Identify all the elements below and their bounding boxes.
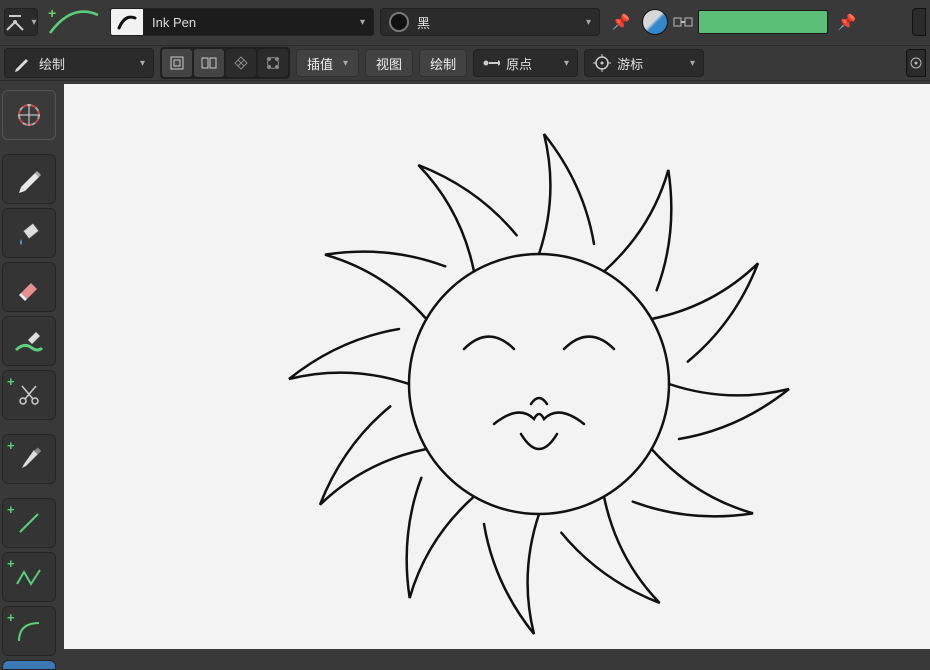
tool-tint[interactable] <box>2 316 56 366</box>
link-icon[interactable] <box>672 11 694 33</box>
menu-draw-label: 绘制 <box>430 54 456 73</box>
chevron-down-icon <box>140 58 145 69</box>
pin-icon[interactable]: 📌 <box>606 8 636 36</box>
plus-icon: + <box>7 610 15 625</box>
tool-draw[interactable] <box>2 154 56 204</box>
stroke-placement-dropdown[interactable] <box>4 8 38 36</box>
tool-erase[interactable] <box>2 262 56 312</box>
menu-draw[interactable]: 绘制 <box>419 49 467 77</box>
plus-icon: + <box>48 5 56 21</box>
stroke-sample-icon: + <box>44 7 104 37</box>
polyline-icon <box>14 564 44 590</box>
pivot-dropdown[interactable]: 原点 <box>473 49 578 77</box>
plus-icon: + <box>7 438 15 453</box>
color-mode-icon[interactable] <box>642 9 668 35</box>
pivot-icon <box>482 56 500 70</box>
color-dropdown[interactable]: 黑 <box>380 8 600 36</box>
tool-next-active[interactable] <box>2 660 56 670</box>
brush-preview-icon[interactable] <box>110 8 144 36</box>
menu-view[interactable]: 视图 <box>365 49 413 77</box>
tool-line[interactable]: + <box>2 498 56 548</box>
overlay-toggle-group <box>160 47 290 79</box>
eyedropper-icon <box>16 446 42 472</box>
panel-edge[interactable] <box>912 8 926 36</box>
bucket-icon <box>15 219 43 247</box>
cursor-dropdown[interactable]: 游标 <box>584 49 704 77</box>
menu-view-label: 视图 <box>376 54 402 73</box>
overlay-toggle-1[interactable] <box>162 49 192 77</box>
chevron-down-icon <box>586 17 591 28</box>
viewport-canvas[interactable] <box>64 84 930 649</box>
overlay-toggle-3[interactable] <box>226 49 256 77</box>
chevron-down-icon <box>690 58 695 69</box>
tool-eyedropper[interactable]: + <box>2 434 56 484</box>
menu-interpolate[interactable]: 插值 <box>296 49 359 77</box>
color-label: 黑 <box>417 13 430 32</box>
overlay-toggle-2[interactable] <box>194 49 224 77</box>
brush-name-label: Ink Pen <box>152 15 196 30</box>
mode-label: 绘制 <box>39 54 65 73</box>
pivot-label: 原点 <box>506 54 532 73</box>
line-icon <box>15 509 43 537</box>
drawing-sun-icon <box>64 84 930 649</box>
chevron-down-icon <box>360 17 365 28</box>
eraser-icon <box>15 273 43 301</box>
plus-icon: + <box>7 502 15 517</box>
gizmo-toggle[interactable] <box>906 49 926 77</box>
color-swatch-icon <box>389 12 409 32</box>
chevron-down-icon <box>343 58 348 69</box>
tool-cursor[interactable] <box>2 90 56 140</box>
menu-interpolate-label: 插值 <box>307 54 333 73</box>
brush-stroke-icon <box>14 328 44 354</box>
mode-dropdown[interactable]: 绘制 <box>4 48 154 78</box>
chevron-down-icon <box>564 58 569 69</box>
plus-icon: + <box>7 374 15 389</box>
arc-icon <box>15 617 43 645</box>
color-ramp[interactable] <box>698 10 828 34</box>
pin-icon[interactable]: 📌 <box>832 8 862 36</box>
cursor-crosshair-icon <box>14 100 44 130</box>
brush-name-dropdown[interactable]: Ink Pen <box>144 8 374 36</box>
overlay-toggle-4[interactable] <box>258 49 288 77</box>
tool-fill[interactable] <box>2 208 56 258</box>
cursor-target-icon <box>593 54 611 72</box>
pencil-icon <box>13 54 31 72</box>
scissors-icon <box>16 382 42 408</box>
tool-polyline[interactable]: + <box>2 552 56 602</box>
tool-cutter[interactable]: + <box>2 370 56 420</box>
plus-icon: + <box>7 556 15 571</box>
cursor-label: 游标 <box>617 54 643 73</box>
pencil-icon <box>15 165 43 193</box>
